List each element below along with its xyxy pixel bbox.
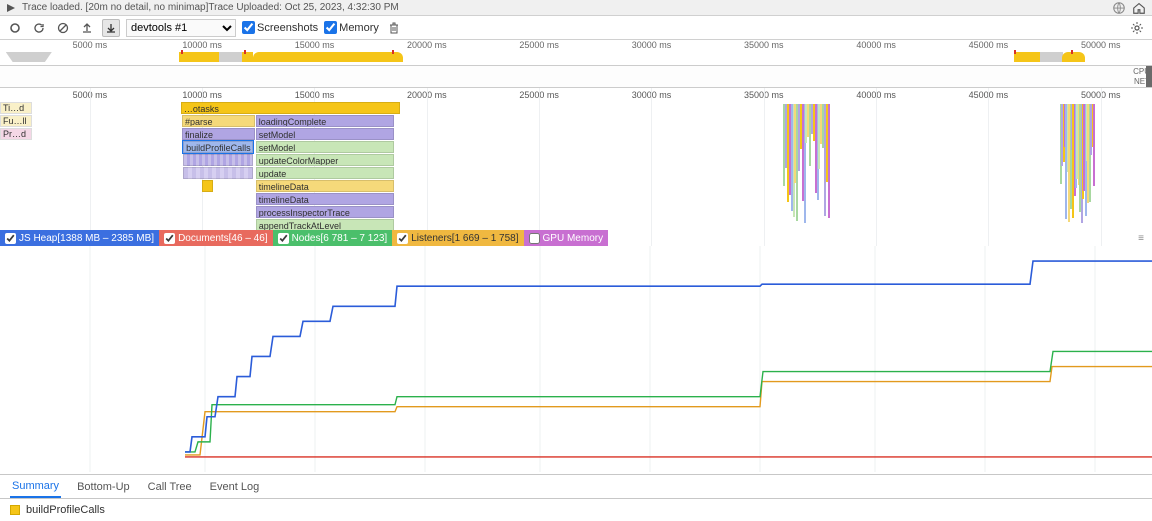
main-tick: 45000 ms [969,90,1009,100]
flame-bar-timelinedata1[interactable]: timelineData [256,180,394,192]
flame-bar-processinspectortrace[interactable]: processInspectorTrace [256,206,394,218]
overview-bars [0,52,1152,64]
overview-drag-handle[interactable] [1146,66,1152,87]
upload-button[interactable] [78,19,96,37]
main-tick: 15000 ms [295,90,335,100]
overview-tick: 15000 ms [295,40,335,50]
reload-button[interactable] [30,19,48,37]
overview-ruler: 5000 ms 10000 ms 15000 ms 20000 ms 25000 ms 3… [0,40,1152,52]
summary-selected-name: buildProfileCalls [26,504,105,516]
home-icon[interactable] [1132,1,1146,15]
tab-event-log[interactable]: Event Log [208,477,262,497]
main-tick: 30000 ms [632,90,672,100]
settings-button[interactable] [1128,19,1146,37]
record-button[interactable] [6,19,24,37]
clear-button[interactable] [54,19,72,37]
main-tick: 20000 ms [407,90,447,100]
counters-legend: JS Heap[1388 MB – 2385 MB] Documents[46 … [0,230,1152,246]
flame-bar-small[interactable] [202,180,214,192]
overview-tick: 35000 ms [744,40,784,50]
overview-tick: 40000 ms [856,40,896,50]
main-tick: 5000 ms [73,90,108,100]
bottom-drawer: Summary Bottom-Up Call Tree Event Log bu… [0,474,1152,521]
toolbar: devtools #1 Screenshots Memory [0,16,1152,40]
main-tick: 35000 ms [744,90,784,100]
main-tick: 10000 ms [182,90,222,100]
legend-nodes[interactable]: Nodes[6 781 – 7 123] [273,230,393,246]
timeline-overview[interactable]: 5000 ms 10000 ms 15000 ms 20000 ms 25000 ms 3… [0,40,1152,66]
flame-bar-anon2[interactable] [183,167,253,179]
legend-jsheap[interactable]: JS Heap[1388 MB – 2385 MB] [0,230,159,246]
overview-tick: 5000 ms [73,40,108,50]
status-text: Trace loaded. [20m no detail, no minimap… [22,2,399,13]
flame-bar-parse[interactable]: #parse [182,115,255,127]
flame-bar-task[interactable]: …otasks [181,102,400,114]
overview-tick: 50000 ms [1081,40,1121,50]
flame-bar-finalize[interactable]: finalize [182,128,255,140]
tab-call-tree[interactable]: Call Tree [146,477,194,497]
gc-button[interactable] [385,19,403,37]
legend-documents[interactable]: Documents[46 – 46] [159,230,273,246]
overview-tick: 25000 ms [519,40,559,50]
status-bar: Trace loaded. [20m no detail, no minimap… [0,0,1152,16]
overview-tick: 30000 ms [632,40,672,50]
download-button[interactable] [102,19,120,37]
legend-menu-icon[interactable]: ≡ [1130,233,1152,244]
screenshots-checkbox[interactable]: Screenshots [242,21,318,34]
main-tick: 40000 ms [856,90,896,100]
flame-bar-updatecolormapper[interactable]: updateColorMapper [256,154,394,166]
globe-icon[interactable] [1112,1,1126,15]
tab-bottom-up[interactable]: Bottom-Up [75,477,132,497]
flame-bar-loadingcomplete[interactable]: loadingComplete [256,115,394,127]
flame-bar-setmodel1[interactable]: setModel [256,128,394,140]
counters-chart[interactable] [0,246,1152,472]
target-select[interactable]: devtools #1 [126,19,236,37]
main-tick: 50000 ms [1081,90,1121,100]
play-icon [6,3,16,13]
main-tick: 25000 ms [519,90,559,100]
overview-tick: 20000 ms [407,40,447,50]
flame-bar-buildprofilecalls[interactable]: buildProfileCalls [183,141,253,153]
flame-bar-timelinedata2[interactable]: timelineData [256,193,394,205]
overview-tick: 45000 ms [969,40,1009,50]
main-area: Ti…d Fu…ll Pr…d …otasks #parse finalize … [0,102,1152,472]
summary-color-swatch [10,505,20,515]
flame-bar-anon1[interactable] [183,154,253,166]
legend-listeners[interactable]: Listeners[1 669 – 1 758] [392,230,523,246]
flame-chart[interactable]: …otasks #parse finalize buildProfileCall… [0,102,1152,230]
flame-bar-update[interactable]: update [256,167,394,179]
memory-checkbox[interactable]: Memory [324,21,379,34]
legend-gpu[interactable]: GPU Memory [524,230,609,246]
main-ruler: 5000 ms 10000 ms 15000 ms 20000 ms 25000 ms 3… [0,88,1152,102]
overview-tick: 10000 ms [182,40,222,50]
overview-detail-strip: CPU NET [0,66,1152,88]
tab-summary[interactable]: Summary [10,476,61,498]
flame-bar-setmodel2[interactable]: setModel [256,141,394,153]
